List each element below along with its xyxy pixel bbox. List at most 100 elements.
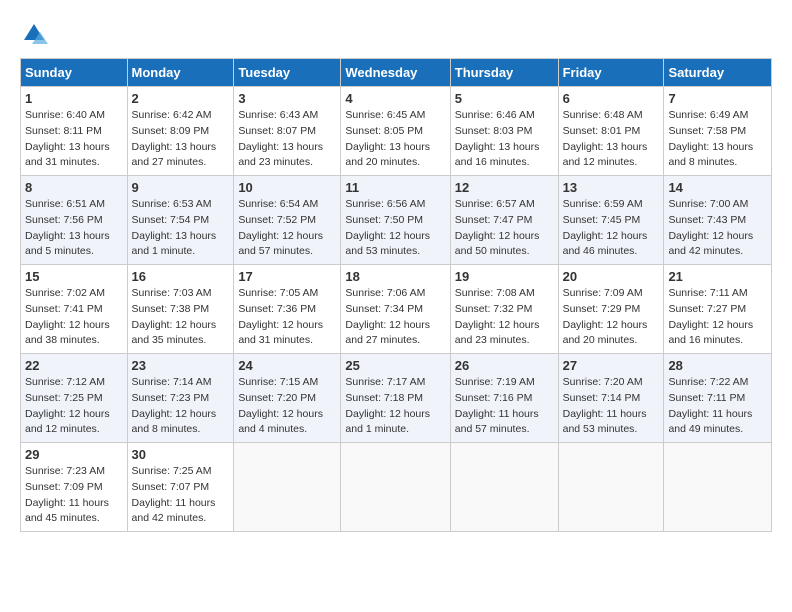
day-number: 1 — [25, 91, 123, 106]
calendar-cell: 30 Sunrise: 7:25 AMSunset: 7:07 PMDaylig… — [127, 443, 234, 532]
calendar-cell: 24 Sunrise: 7:15 AMSunset: 7:20 PMDaylig… — [234, 354, 341, 443]
day-number: 15 — [25, 269, 123, 284]
day-detail: Sunrise: 6:54 AMSunset: 7:52 PMDaylight:… — [238, 198, 323, 257]
calendar-cell: 22 Sunrise: 7:12 AMSunset: 7:25 PMDaylig… — [21, 354, 128, 443]
day-of-week-header: Wednesday — [341, 59, 450, 87]
day-number: 3 — [238, 91, 336, 106]
day-detail: Sunrise: 7:20 AMSunset: 7:14 PMDaylight:… — [563, 376, 647, 435]
day-detail: Sunrise: 7:25 AMSunset: 7:07 PMDaylight:… — [132, 465, 216, 524]
day-detail: Sunrise: 6:53 AMSunset: 7:54 PMDaylight:… — [132, 198, 217, 257]
day-of-week-header: Friday — [558, 59, 664, 87]
day-number: 11 — [345, 180, 445, 195]
day-detail: Sunrise: 6:59 AMSunset: 7:45 PMDaylight:… — [563, 198, 648, 257]
day-detail: Sunrise: 7:05 AMSunset: 7:36 PMDaylight:… — [238, 287, 323, 346]
day-detail: Sunrise: 7:14 AMSunset: 7:23 PMDaylight:… — [132, 376, 217, 435]
calendar-cell: 17 Sunrise: 7:05 AMSunset: 7:36 PMDaylig… — [234, 265, 341, 354]
calendar-cell: 13 Sunrise: 6:59 AMSunset: 7:45 PMDaylig… — [558, 176, 664, 265]
logo — [20, 20, 52, 48]
calendar-cell: 1 Sunrise: 6:40 AMSunset: 8:11 PMDayligh… — [21, 87, 128, 176]
calendar-cell: 10 Sunrise: 6:54 AMSunset: 7:52 PMDaylig… — [234, 176, 341, 265]
calendar-cell: 3 Sunrise: 6:43 AMSunset: 8:07 PMDayligh… — [234, 87, 341, 176]
day-detail: Sunrise: 7:23 AMSunset: 7:09 PMDaylight:… — [25, 465, 109, 524]
day-number: 26 — [455, 358, 554, 373]
calendar-cell — [341, 443, 450, 532]
calendar-cell: 14 Sunrise: 7:00 AMSunset: 7:43 PMDaylig… — [664, 176, 772, 265]
calendar-cell: 15 Sunrise: 7:02 AMSunset: 7:41 PMDaylig… — [21, 265, 128, 354]
day-number: 5 — [455, 91, 554, 106]
day-detail: Sunrise: 7:09 AMSunset: 7:29 PMDaylight:… — [563, 287, 648, 346]
day-number: 22 — [25, 358, 123, 373]
calendar-week-row: 29 Sunrise: 7:23 AMSunset: 7:09 PMDaylig… — [21, 443, 772, 532]
day-number: 10 — [238, 180, 336, 195]
day-number: 19 — [455, 269, 554, 284]
page-header — [20, 20, 772, 48]
calendar-cell: 8 Sunrise: 6:51 AMSunset: 7:56 PMDayligh… — [21, 176, 128, 265]
day-of-week-header: Sunday — [21, 59, 128, 87]
day-detail: Sunrise: 6:45 AMSunset: 8:05 PMDaylight:… — [345, 109, 430, 168]
day-number: 16 — [132, 269, 230, 284]
day-number: 14 — [668, 180, 767, 195]
day-number: 12 — [455, 180, 554, 195]
day-number: 13 — [563, 180, 660, 195]
day-number: 8 — [25, 180, 123, 195]
day-detail: Sunrise: 7:03 AMSunset: 7:38 PMDaylight:… — [132, 287, 217, 346]
day-detail: Sunrise: 7:17 AMSunset: 7:18 PMDaylight:… — [345, 376, 430, 435]
day-number: 25 — [345, 358, 445, 373]
day-detail: Sunrise: 7:08 AMSunset: 7:32 PMDaylight:… — [455, 287, 540, 346]
day-number: 7 — [668, 91, 767, 106]
calendar-cell — [234, 443, 341, 532]
day-number: 29 — [25, 447, 123, 462]
day-detail: Sunrise: 7:11 AMSunset: 7:27 PMDaylight:… — [668, 287, 753, 346]
day-detail: Sunrise: 6:56 AMSunset: 7:50 PMDaylight:… — [345, 198, 430, 257]
day-detail: Sunrise: 6:57 AMSunset: 7:47 PMDaylight:… — [455, 198, 540, 257]
calendar-cell: 11 Sunrise: 6:56 AMSunset: 7:50 PMDaylig… — [341, 176, 450, 265]
day-detail: Sunrise: 7:15 AMSunset: 7:20 PMDaylight:… — [238, 376, 323, 435]
logo-icon — [20, 20, 48, 48]
day-detail: Sunrise: 6:49 AMSunset: 7:58 PMDaylight:… — [668, 109, 753, 168]
calendar-week-row: 22 Sunrise: 7:12 AMSunset: 7:25 PMDaylig… — [21, 354, 772, 443]
calendar-cell: 4 Sunrise: 6:45 AMSunset: 8:05 PMDayligh… — [341, 87, 450, 176]
calendar-cell — [558, 443, 664, 532]
calendar-cell: 21 Sunrise: 7:11 AMSunset: 7:27 PMDaylig… — [664, 265, 772, 354]
calendar-week-row: 1 Sunrise: 6:40 AMSunset: 8:11 PMDayligh… — [21, 87, 772, 176]
calendar-cell: 20 Sunrise: 7:09 AMSunset: 7:29 PMDaylig… — [558, 265, 664, 354]
calendar-cell: 9 Sunrise: 6:53 AMSunset: 7:54 PMDayligh… — [127, 176, 234, 265]
calendar-cell: 16 Sunrise: 7:03 AMSunset: 7:38 PMDaylig… — [127, 265, 234, 354]
calendar-cell: 27 Sunrise: 7:20 AMSunset: 7:14 PMDaylig… — [558, 354, 664, 443]
day-number: 20 — [563, 269, 660, 284]
day-detail: Sunrise: 6:48 AMSunset: 8:01 PMDaylight:… — [563, 109, 648, 168]
calendar-cell: 6 Sunrise: 6:48 AMSunset: 8:01 PMDayligh… — [558, 87, 664, 176]
day-detail: Sunrise: 6:43 AMSunset: 8:07 PMDaylight:… — [238, 109, 323, 168]
calendar-cell — [450, 443, 558, 532]
day-number: 18 — [345, 269, 445, 284]
day-detail: Sunrise: 7:12 AMSunset: 7:25 PMDaylight:… — [25, 376, 110, 435]
day-number: 30 — [132, 447, 230, 462]
calendar-cell: 18 Sunrise: 7:06 AMSunset: 7:34 PMDaylig… — [341, 265, 450, 354]
calendar-cell: 28 Sunrise: 7:22 AMSunset: 7:11 PMDaylig… — [664, 354, 772, 443]
day-detail: Sunrise: 6:51 AMSunset: 7:56 PMDaylight:… — [25, 198, 110, 257]
day-number: 9 — [132, 180, 230, 195]
calendar-week-row: 8 Sunrise: 6:51 AMSunset: 7:56 PMDayligh… — [21, 176, 772, 265]
day-detail: Sunrise: 7:02 AMSunset: 7:41 PMDaylight:… — [25, 287, 110, 346]
day-number: 28 — [668, 358, 767, 373]
calendar-week-row: 15 Sunrise: 7:02 AMSunset: 7:41 PMDaylig… — [21, 265, 772, 354]
day-number: 4 — [345, 91, 445, 106]
calendar-cell: 19 Sunrise: 7:08 AMSunset: 7:32 PMDaylig… — [450, 265, 558, 354]
day-number: 2 — [132, 91, 230, 106]
day-detail: Sunrise: 6:40 AMSunset: 8:11 PMDaylight:… — [25, 109, 110, 168]
calendar-cell: 23 Sunrise: 7:14 AMSunset: 7:23 PMDaylig… — [127, 354, 234, 443]
day-detail: Sunrise: 6:42 AMSunset: 8:09 PMDaylight:… — [132, 109, 217, 168]
day-number: 24 — [238, 358, 336, 373]
calendar-cell: 7 Sunrise: 6:49 AMSunset: 7:58 PMDayligh… — [664, 87, 772, 176]
calendar-cell: 12 Sunrise: 6:57 AMSunset: 7:47 PMDaylig… — [450, 176, 558, 265]
calendar-cell: 2 Sunrise: 6:42 AMSunset: 8:09 PMDayligh… — [127, 87, 234, 176]
day-number: 23 — [132, 358, 230, 373]
day-number: 6 — [563, 91, 660, 106]
day-detail: Sunrise: 6:46 AMSunset: 8:03 PMDaylight:… — [455, 109, 540, 168]
calendar-cell — [664, 443, 772, 532]
day-detail: Sunrise: 7:00 AMSunset: 7:43 PMDaylight:… — [668, 198, 753, 257]
day-of-week-header: Thursday — [450, 59, 558, 87]
day-number: 27 — [563, 358, 660, 373]
calendar-cell: 5 Sunrise: 6:46 AMSunset: 8:03 PMDayligh… — [450, 87, 558, 176]
day-of-week-header: Tuesday — [234, 59, 341, 87]
